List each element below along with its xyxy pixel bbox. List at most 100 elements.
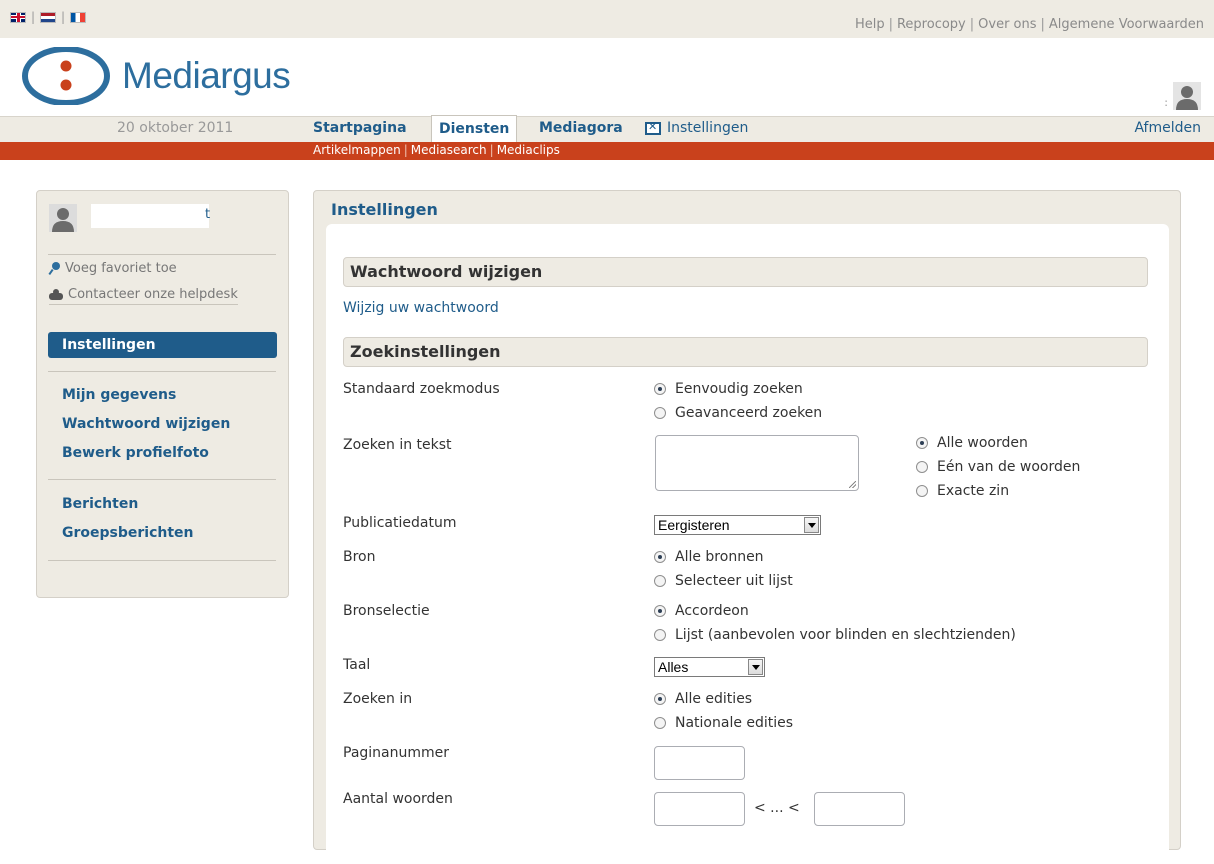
sidebar: t Voeg favoriet toe Contacteer onze help… [36, 190, 289, 598]
nav-instellingen[interactable]: Instellingen [645, 120, 748, 136]
dutch-flag-icon[interactable] [40, 11, 57, 23]
sidebar-item-profielfoto[interactable]: Bewerk profielfoto [62, 445, 209, 461]
publication-date-label: Publicatiedatum [343, 515, 457, 531]
chevron-down-icon[interactable] [748, 659, 763, 675]
word-count-label: Aantal woorden [343, 791, 453, 807]
nav-instellingen-label: Instellingen [667, 120, 749, 136]
change-password-link[interactable]: Wijzig uw wachtwoord [343, 300, 499, 316]
subnav-artikelmappen[interactable]: Artikelmappen [313, 143, 401, 157]
divider [48, 560, 276, 561]
radio-label: Lijst (aanbevolen voor blinden en slecht… [675, 627, 1016, 643]
helpdesk-label: Contacteer onze helpdesk [68, 287, 238, 302]
about-link[interactable]: Over ons [978, 17, 1036, 32]
radio-label: Alle bronnen [675, 549, 764, 565]
user-name[interactable]: t [205, 207, 210, 222]
help-link[interactable]: Help [855, 17, 885, 32]
french-flag-icon[interactable] [70, 11, 87, 23]
radio-accordion[interactable]: Accordeon [654, 603, 749, 619]
sidebar-item-groepsberichten[interactable]: Groepsberichten [62, 525, 194, 541]
add-favorite-label: Voeg favoriet toe [65, 261, 177, 276]
language-select[interactable]: Alles [654, 657, 765, 677]
radio-unchecked-icon [654, 629, 666, 641]
word-count-min-input[interactable] [654, 792, 745, 826]
nav-diensten[interactable]: Diensten [431, 115, 518, 143]
radio-advanced-search[interactable]: Geavanceerd zoeken [654, 405, 822, 421]
radio-checked-icon [654, 383, 666, 395]
pin-icon [49, 262, 60, 275]
source-selection-label: Bronselectie [343, 603, 430, 619]
helpdesk-link[interactable]: Contacteer onze helpdesk [49, 287, 238, 305]
search-text-input[interactable] [655, 435, 859, 491]
radio-label: Alle edities [675, 691, 753, 707]
radio-label: Geavanceerd zoeken [675, 405, 823, 421]
radio-label: Eén van de woorden [937, 459, 1081, 475]
sidebar-avatar[interactable] [49, 204, 77, 232]
radio-label: Exacte zin [937, 483, 1010, 499]
chevron-down-icon[interactable] [804, 517, 819, 533]
sidebar-item-instellingen[interactable]: Instellingen [48, 332, 277, 358]
logout-link[interactable]: Afmelden [1134, 120, 1201, 136]
language-label: Taal [343, 657, 371, 673]
search-mode-label: Standaard zoekmodus [343, 381, 500, 397]
logo[interactable]: Mediargus [22, 47, 291, 105]
radio-simple-search[interactable]: Eenvoudig zoeken [654, 381, 803, 397]
sidebar-item-wachtwoord[interactable]: Wachtwoord wijzigen [62, 416, 230, 432]
user-avatar[interactable] [1173, 82, 1201, 110]
radio-all-sources[interactable]: Alle bronnen [654, 549, 764, 565]
radio-national-editions[interactable]: Nationale edities [654, 715, 793, 731]
divider [48, 479, 276, 480]
top-bar: | | Help | Reprocopy | Over ons | Algemene Voo… [0, 0, 1214, 38]
radio-select-from-list[interactable]: Selecteer uit lijst [654, 573, 793, 589]
radio-label: Selecteer uit lijst [675, 573, 793, 589]
add-favorite-link[interactable]: Voeg favoriet toe [49, 261, 177, 276]
radio-label: Accordeon [675, 603, 749, 619]
radio-unchecked-icon [916, 461, 928, 473]
radio-one-of-words[interactable]: Eén van de woorden [916, 459, 1080, 475]
select-value: Eergisteren [658, 517, 730, 533]
mediargus-eye-icon [22, 47, 110, 105]
sub-nav: Artikelmappen | Mediasearch | Mediaclips [0, 142, 1214, 160]
main-nav: 20 oktober 2011 Startpagina Diensten Med… [0, 115, 1214, 143]
page-number-label: Paginanummer [343, 745, 450, 761]
user-silhouette-icon [49, 204, 77, 232]
search-settings-header: Zoekinstellingen [343, 337, 1148, 367]
radio-list-accessible[interactable]: Lijst (aanbevolen voor blinden en slecht… [654, 627, 1016, 643]
password-section-header: Wachtwoord wijzigen [343, 257, 1148, 287]
radio-checked-icon [654, 693, 666, 705]
resize-grip-icon[interactable] [849, 481, 856, 488]
radio-all-words[interactable]: Alle woorden [916, 435, 1028, 451]
mail-icon [645, 120, 661, 135]
page-title: Instellingen [331, 200, 438, 219]
helpdesk-icon [49, 288, 63, 301]
radio-label: Eenvoudig zoeken [675, 381, 803, 397]
settings-panel: Instellingen Wachtwoord wijzigen Wijzig … [313, 190, 1181, 864]
search-text-label: Zoeken in tekst [343, 437, 452, 453]
page-number-input[interactable] [654, 746, 745, 780]
source-label: Bron [343, 549, 376, 565]
divider [48, 254, 276, 255]
radio-unchecked-icon [654, 717, 666, 729]
radio-checked-icon [654, 551, 666, 563]
divider [48, 371, 276, 372]
user-name-redacted [91, 204, 209, 228]
terms-link[interactable]: Algemene Voorwaarden [1049, 17, 1204, 32]
radio-unchecked-icon [654, 575, 666, 587]
radio-checked-icon [916, 437, 928, 449]
subnav-mediasearch[interactable]: Mediasearch [411, 143, 487, 157]
reprocopy-link[interactable]: Reprocopy [897, 17, 966, 32]
sidebar-item-mijn-gegevens[interactable]: Mijn gegevens [62, 387, 176, 403]
radio-exact-phrase[interactable]: Exacte zin [916, 483, 1009, 499]
english-flag-icon[interactable] [10, 11, 26, 23]
publication-date-select[interactable]: Eergisteren [654, 515, 821, 535]
word-count-max-input[interactable] [814, 792, 905, 826]
nav-startpagina[interactable]: Startpagina [313, 120, 407, 136]
subnav-mediaclips[interactable]: Mediaclips [497, 143, 560, 157]
radio-all-editions[interactable]: Alle edities [654, 691, 752, 707]
select-value: Alles [658, 659, 689, 675]
radio-label: Nationale edities [675, 715, 794, 731]
sidebar-item-berichten[interactable]: Berichten [62, 496, 138, 512]
nav-mediagora[interactable]: Mediagora [539, 120, 623, 136]
range-separator: < ... < [754, 800, 800, 816]
user-silhouette-icon [1173, 82, 1201, 110]
radio-unchecked-icon [654, 407, 666, 419]
